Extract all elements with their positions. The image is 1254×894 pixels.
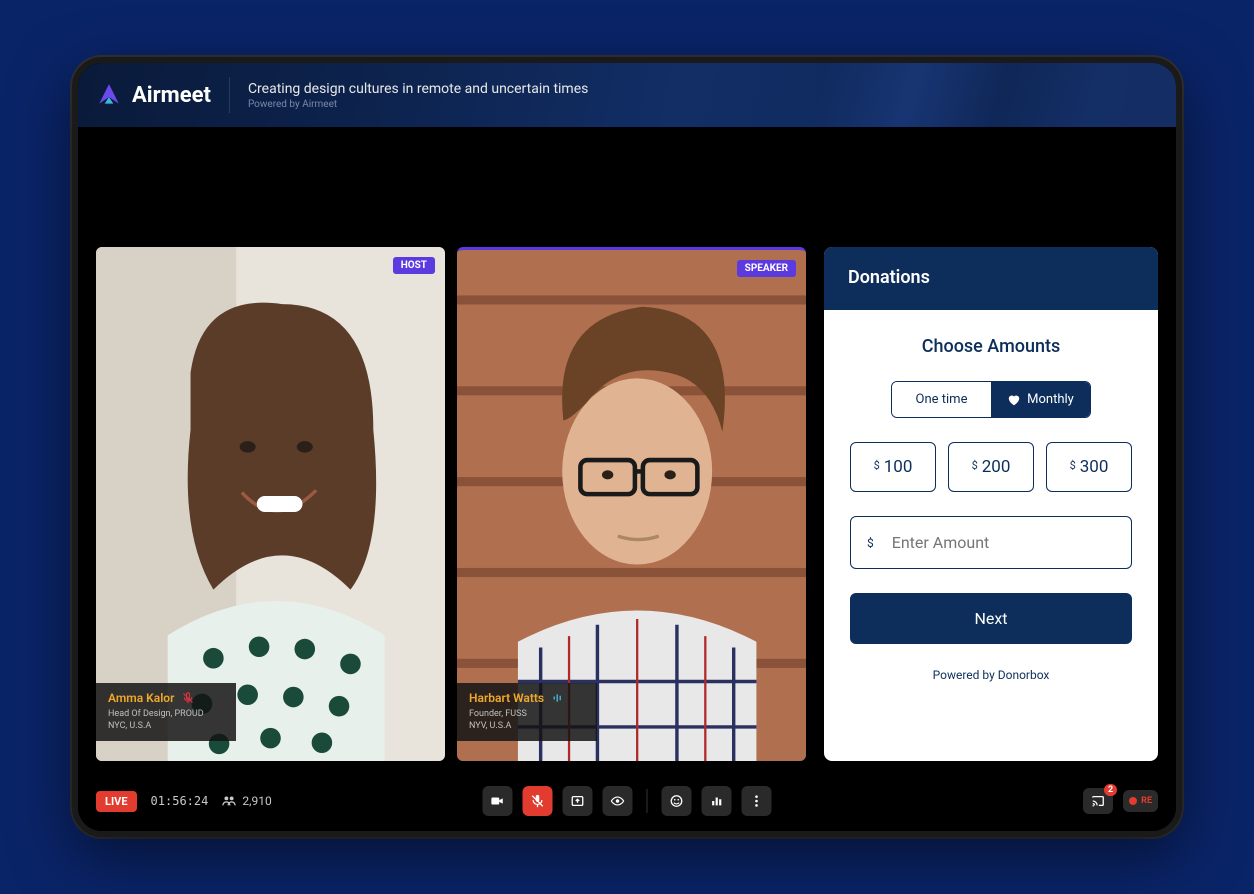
event-subtitle: Powered by Airmeet — [248, 99, 588, 110]
smile-icon — [670, 794, 684, 808]
next-button[interactable]: Next — [850, 593, 1132, 644]
cast-button[interactable]: 2 — [1083, 788, 1113, 814]
poll-button[interactable] — [702, 786, 732, 816]
session-timer: 01:56:24 — [151, 794, 209, 808]
amount-300-button[interactable]: $300 — [1046, 442, 1132, 492]
amount-100-button[interactable]: $100 — [850, 442, 936, 492]
one-time-button[interactable]: One time — [892, 382, 991, 417]
eye-icon — [611, 794, 625, 808]
choose-amounts-heading: Choose Amounts — [850, 336, 1132, 357]
more-button[interactable] — [742, 786, 772, 816]
speaker-role: Founder, FUSS — [469, 709, 585, 719]
video-tile-speaker[interactable]: SPEAKER Harbart Watts Founder, FUSS NYV,… — [457, 247, 806, 761]
monthly-label: Monthly — [1027, 392, 1074, 407]
cast-icon — [1091, 794, 1105, 808]
more-vertical-icon — [750, 794, 764, 808]
bottom-left: LIVE 01:56:24 2,910 — [96, 791, 272, 812]
cast-count-badge: 2 — [1104, 784, 1117, 796]
control-divider — [647, 789, 648, 813]
heart-icon — [1007, 393, 1021, 407]
donation-title: Donations — [824, 247, 1158, 310]
brand-name: Airmeet — [132, 83, 211, 108]
device-frame: Airmeet Creating design cultures in remo… — [72, 57, 1182, 837]
frequency-toggle: One time Monthly — [891, 381, 1091, 418]
currency-symbol: $ — [867, 536, 874, 550]
monthly-button[interactable]: Monthly — [991, 382, 1090, 417]
event-title-block: Creating design cultures in remote and u… — [248, 81, 588, 110]
viewer-count: 2,910 — [222, 794, 271, 808]
audio-active-icon — [552, 692, 564, 704]
airmeet-logo-icon — [96, 82, 122, 108]
speaker-location: NYC, U.S.A — [108, 721, 224, 731]
amount-presets: $100 $200 $300 — [850, 442, 1132, 492]
bottom-right: 2 RE — [1083, 788, 1158, 814]
brand-logo: Airmeet — [96, 82, 211, 108]
record-button[interactable]: RE — [1123, 790, 1158, 812]
header: Airmeet Creating design cultures in remo… — [78, 63, 1176, 127]
share-screen-button[interactable] — [563, 786, 593, 816]
live-indicator: LIVE — [96, 791, 137, 812]
mic-off-icon — [531, 794, 545, 808]
amount-200-button[interactable]: $200 — [948, 442, 1034, 492]
donation-panel: Donations Choose Amounts One time Monthl… — [824, 247, 1158, 761]
main-content: HOST Amma Kalor Head Of Design, PROUD NY… — [78, 127, 1176, 771]
speaker-role: Head Of Design, PROUD — [108, 709, 224, 719]
nameplate-speaker: Harbart Watts Founder, FUSS NYV, U.S.A — [457, 683, 597, 741]
record-dot-icon — [1129, 797, 1137, 805]
powered-by-donorbox: Powered by Donorbox — [850, 668, 1132, 682]
record-label: RE — [1141, 796, 1152, 806]
video-grid: HOST Amma Kalor Head Of Design, PROUD NY… — [96, 247, 806, 761]
donation-body: Choose Amounts One time Monthly $100 $20… — [824, 310, 1158, 761]
bottom-center-controls — [483, 786, 772, 816]
speaker-name: Harbart Watts — [469, 691, 544, 705]
mic-muted-icon — [182, 692, 194, 704]
role-badge-host: HOST — [393, 257, 435, 274]
upload-icon — [571, 794, 585, 808]
speaker-location: NYV, U.S.A — [469, 721, 585, 731]
role-badge-speaker: SPEAKER — [737, 260, 796, 277]
emoji-button[interactable] — [662, 786, 692, 816]
speaker-name: Amma Kalor — [108, 691, 174, 705]
video-tile-host[interactable]: HOST Amma Kalor Head Of Design, PROUD NY… — [96, 247, 445, 761]
bar-chart-icon — [710, 794, 724, 808]
nameplate-host: Amma Kalor Head Of Design, PROUD NYC, U.… — [96, 683, 236, 741]
bottom-bar: LIVE 01:56:24 2,910 — [78, 771, 1176, 831]
camera-icon — [491, 794, 505, 808]
visibility-button[interactable] — [603, 786, 633, 816]
header-divider — [229, 77, 230, 113]
app: Airmeet Creating design cultures in remo… — [78, 63, 1176, 831]
event-title: Creating design cultures in remote and u… — [248, 81, 588, 97]
custom-amount-input[interactable] — [892, 533, 1115, 552]
camera-button[interactable] — [483, 786, 513, 816]
people-icon — [222, 794, 236, 808]
mic-button[interactable] — [523, 786, 553, 816]
custom-amount-field[interactable]: $ — [850, 516, 1132, 569]
viewer-count-value: 2,910 — [242, 794, 271, 808]
